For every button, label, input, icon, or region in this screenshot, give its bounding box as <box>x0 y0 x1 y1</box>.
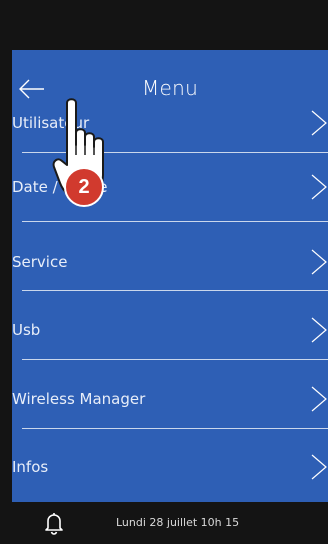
menu-item-label: Wireless Manager <box>12 390 146 408</box>
divider <box>22 221 328 222</box>
menu-item-service[interactable]: Service <box>12 228 328 296</box>
divider <box>22 359 328 360</box>
chevron-right-icon <box>310 248 328 276</box>
chevron-right-icon <box>310 385 328 413</box>
step-number-badge: 2 <box>64 167 104 207</box>
menu-item-label: Infos <box>12 458 49 476</box>
status-bar: Lundi 28 juillet 10h 15 <box>0 502 328 544</box>
chevron-right-icon <box>310 109 328 137</box>
menu-item-label: Usb <box>12 321 41 339</box>
status-datetime: Lundi 28 juillet 10h 15 <box>116 516 240 529</box>
menu-item-usb[interactable]: Usb <box>12 296 328 364</box>
device-top-bezel <box>0 0 328 50</box>
chevron-right-icon <box>310 316 328 344</box>
chevron-right-icon <box>310 453 328 481</box>
chevron-right-icon <box>310 173 328 201</box>
menu-item-label: Service <box>12 253 68 271</box>
menu-item-infos[interactable]: Infos <box>12 433 328 501</box>
menu-item-wireless-manager[interactable]: Wireless Manager <box>12 365 328 433</box>
divider <box>22 428 328 429</box>
divider <box>22 290 328 291</box>
bell-icon[interactable] <box>44 511 64 535</box>
